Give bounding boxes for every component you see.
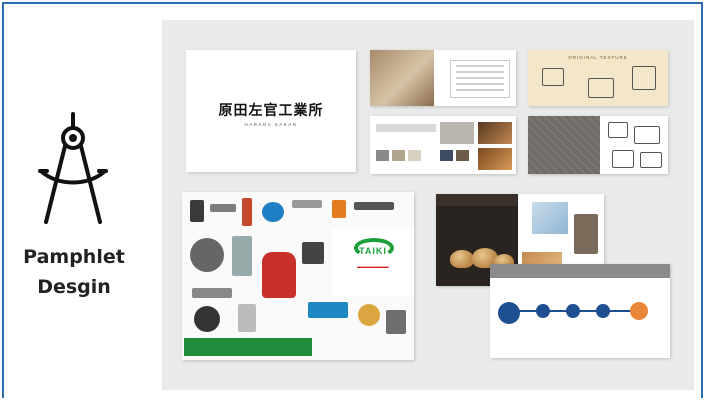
harada-romaji: HARADA SAKAN — [244, 122, 298, 127]
page-title: Pamphlet Desgin — [14, 242, 134, 302]
bun-photo — [450, 250, 474, 268]
material-samples-thumbnail[interactable] — [370, 116, 516, 174]
tool-image — [302, 242, 324, 264]
flow-step-icon — [630, 302, 648, 320]
tool-image — [210, 204, 236, 212]
tool-image — [292, 200, 322, 208]
title-line-2: Desgin — [37, 276, 111, 298]
tool-image — [308, 302, 348, 318]
title-line-1: Pamphlet — [23, 246, 125, 268]
flow-step-icon — [536, 304, 550, 318]
sketch-illustration — [608, 122, 628, 138]
tool-image — [386, 310, 406, 334]
tools-catalog-thumbnail[interactable]: TAIKI ▬▬▬▬▬▬▬ — [182, 192, 414, 360]
tool-image — [192, 288, 232, 298]
flow-step-icon — [596, 304, 610, 318]
sketch-illustration — [634, 126, 660, 144]
gray-texture — [528, 116, 600, 174]
color-swatch — [392, 150, 405, 161]
tool-image — [332, 200, 346, 218]
tool-image — [358, 304, 380, 326]
sample-photo — [478, 122, 512, 144]
sketch-illustration — [632, 66, 656, 90]
welding-mask-image — [262, 252, 296, 298]
plaster-photo — [370, 50, 434, 106]
tool-image — [242, 198, 252, 226]
sketch-illustration — [612, 150, 634, 168]
blue-photo — [532, 202, 568, 234]
header-bar — [376, 124, 436, 132]
tool-image — [354, 202, 394, 210]
left-column: Pamphlet Desgin — [4, 4, 154, 396]
tool-image — [194, 306, 220, 332]
taiki-logo-block: TAIKI ▬▬▬▬▬▬▬ — [332, 228, 414, 296]
process-flow-thumbnail[interactable] — [490, 264, 670, 358]
photo-block — [574, 214, 598, 254]
tool-image — [262, 202, 284, 222]
flow-step-icon — [566, 304, 580, 318]
portfolio-panel: 原田左官工業所 HARADA SAKAN ORIGINAL TEXTURE TA… — [162, 20, 694, 390]
color-swatch — [376, 150, 389, 161]
compass-icon — [38, 112, 108, 224]
tool-image — [238, 304, 256, 332]
sample-photo — [440, 122, 474, 144]
tool-image — [190, 238, 224, 272]
original-texture-thumbnail[interactable]: ORIGINAL TEXTURE — [528, 50, 668, 106]
harada-company-name: 原田左官工業所 — [218, 103, 324, 119]
green-footer-bar — [184, 338, 312, 356]
taiki-brand: TAIKI — [359, 246, 387, 256]
flow-step-icon — [498, 302, 520, 324]
gray-header-band — [490, 264, 670, 278]
harada-cover-thumbnail[interactable]: 原田左官工業所 HARADA SAKAN — [186, 50, 356, 172]
sketch-illustration — [542, 68, 564, 86]
plaster-spread-thumbnail[interactable] — [370, 50, 516, 106]
gray-texture-thumbnail[interactable] — [528, 116, 668, 174]
dark-header — [436, 194, 518, 206]
sample-photo — [478, 148, 512, 170]
tool-image — [190, 200, 204, 222]
sketch-illustration — [640, 152, 662, 168]
color-swatch — [408, 150, 421, 161]
texture-label: ORIGINAL TEXTURE — [568, 55, 628, 60]
taiki-tagline: ▬▬▬▬▬▬▬ — [357, 264, 389, 269]
sketch-illustration — [588, 78, 614, 98]
company-text-box — [450, 60, 510, 98]
color-swatch — [456, 150, 469, 161]
color-swatch — [440, 150, 453, 161]
tool-image — [232, 236, 252, 276]
